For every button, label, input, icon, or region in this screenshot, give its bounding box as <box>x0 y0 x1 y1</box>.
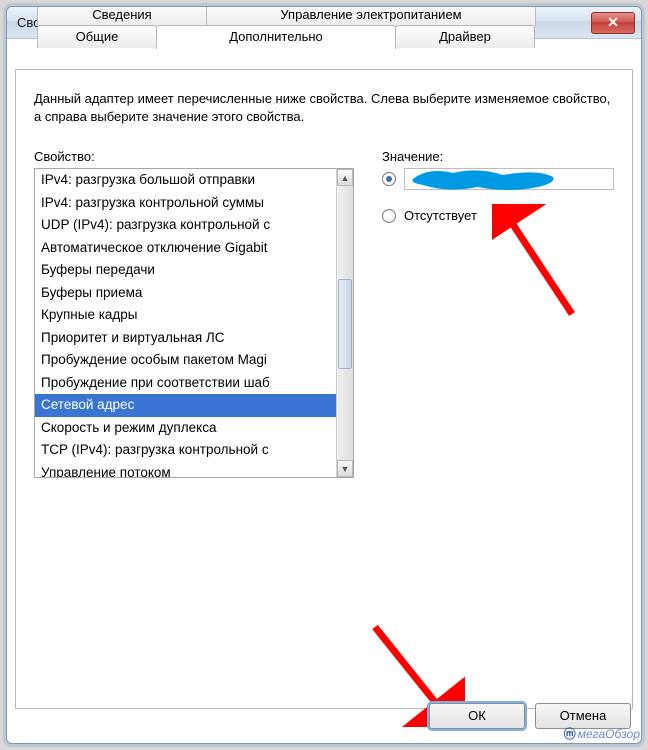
client-area: Сведения Управление электропитанием Общи… <box>15 47 633 735</box>
list-item[interactable]: Управление потоком <box>35 462 336 478</box>
list-item[interactable]: Приоритет и виртуальная ЛС <box>35 327 336 350</box>
watermark: ⓜмегаОбзор <box>564 725 640 742</box>
list-item[interactable]: Пробуждение особым пакетом Magi <box>35 349 336 372</box>
value-input[interactable] <box>404 168 614 190</box>
advanced-tab-content: Данный адаптер имеет перечисленные ниже … <box>16 70 632 498</box>
tab-panel: Данный адаптер имеет перечисленные ниже … <box>15 69 633 709</box>
tab-advanced[interactable]: Дополнительно <box>156 25 396 49</box>
list-item[interactable]: Буферы приема <box>35 282 336 305</box>
tab-power-management[interactable]: Управление электропитанием <box>206 6 536 26</box>
list-item[interactable]: IPv4: разгрузка большой отправки <box>35 169 336 192</box>
value-present-row[interactable] <box>382 168 614 190</box>
list-item[interactable]: TCP (IPv4): разгрузка контрольной с <box>35 439 336 462</box>
list-item[interactable]: Сетевой адрес <box>35 394 336 417</box>
value-absent-row[interactable]: Отсутствует <box>382 208 614 223</box>
scroll-up-button[interactable]: ▲ <box>337 169 353 186</box>
close-icon: ✕ <box>607 14 619 31</box>
property-label: Свойство: <box>34 149 354 164</box>
tab-general[interactable]: Общие <box>37 25 157 48</box>
tab-row-upper: Сведения Управление электропитанием <box>37 6 535 26</box>
tab-driver[interactable]: Драйвер <box>395 25 535 48</box>
tab-details[interactable]: Сведения <box>37 6 207 26</box>
list-item[interactable]: IPv4: разгрузка контрольной суммы <box>35 192 336 215</box>
scroll-thumb[interactable] <box>338 279 352 369</box>
description-text: Данный адаптер имеет перечисленные ниже … <box>34 90 614 125</box>
list-item[interactable]: Пробуждение при соответствии шаб <box>35 372 336 395</box>
properties-dialog: Свойства: Сетевая карта Realtek RTL8168B… <box>6 6 642 744</box>
tab-row-lower: Общие Дополнительно Драйвер <box>37 25 534 49</box>
scroll-down-button[interactable]: ▼ <box>337 460 353 477</box>
list-item[interactable]: UDP (IPv4): разгрузка контрольной с <box>35 214 336 237</box>
radio-value-present[interactable] <box>382 172 396 186</box>
radio-value-absent[interactable] <box>382 209 396 223</box>
list-item[interactable]: Скорость и режим дуплекса <box>35 417 336 440</box>
redacted-value <box>408 165 558 193</box>
close-button[interactable]: ✕ <box>591 12 635 34</box>
value-label: Значение: <box>382 149 614 164</box>
list-item[interactable]: Буферы передачи <box>35 259 336 282</box>
absent-label: Отсутствует <box>404 208 477 223</box>
list-item[interactable]: Крупные кадры <box>35 304 336 327</box>
ok-button[interactable]: ОК <box>429 703 525 729</box>
scrollbar[interactable]: ▲ ▼ <box>336 169 353 477</box>
list-item[interactable]: Автоматическое отключение Gigabit <box>35 237 336 260</box>
property-listbox[interactable]: IPv4: разгрузка большой отправкиIPv4: ра… <box>34 168 354 478</box>
